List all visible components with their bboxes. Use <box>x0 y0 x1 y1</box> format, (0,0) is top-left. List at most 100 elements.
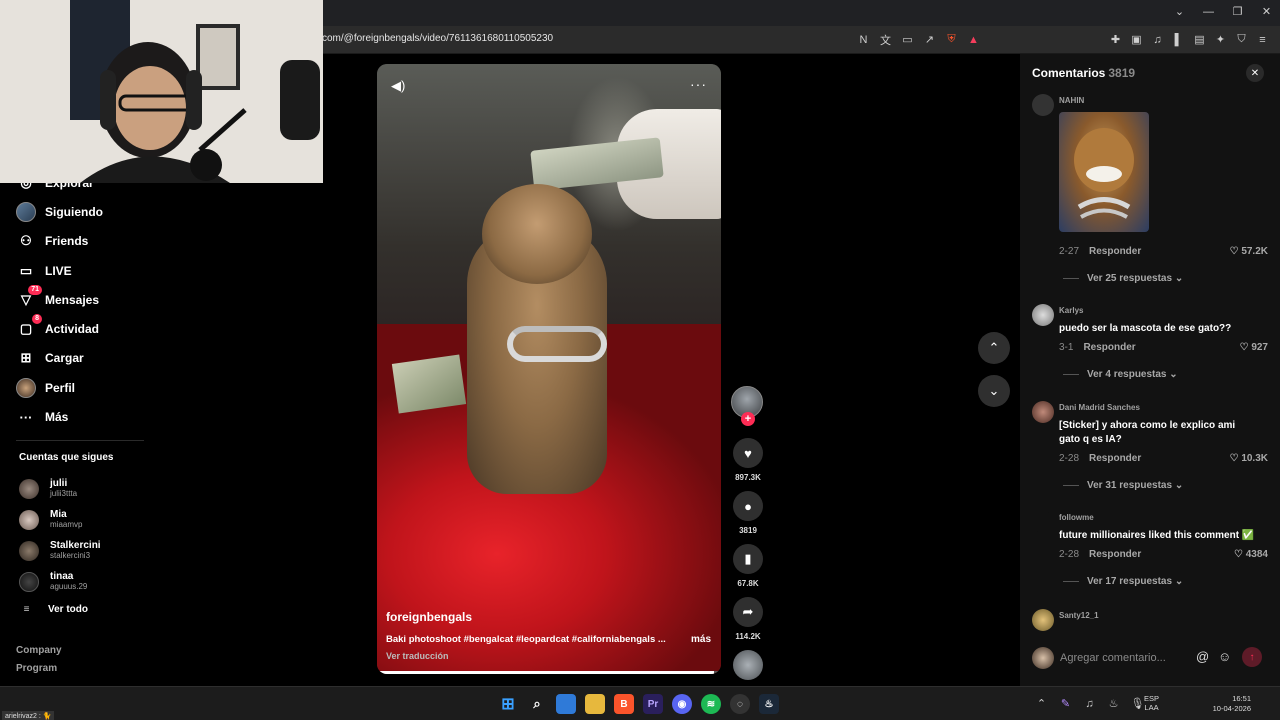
view-replies-button[interactable]: Ver 25 respuestas ⌄ <box>1063 273 1183 284</box>
nav-item-actividad[interactable]: ▢ 8 Actividad <box>16 314 103 343</box>
following-name: tinaa <box>50 571 74 582</box>
share-icon[interactable]: ↗ <box>922 32 937 47</box>
discord-icon[interactable]: ◉ <box>672 694 692 714</box>
url-text[interactable]: com/@foreignbengals/video/76113616801105… <box>322 33 553 44</box>
avatar[interactable] <box>1032 511 1054 533</box>
reply-button[interactable]: Responder <box>1089 549 1141 560</box>
previous-video-button[interactable]: ⌃ <box>978 332 1010 364</box>
nav-item-mas[interactable]: ··· Más <box>16 402 103 431</box>
shield-icon[interactable]: ⛨ <box>944 32 959 47</box>
wallet-icon[interactable]: ▤ <box>1192 32 1207 47</box>
video-progress-bar[interactable] <box>377 671 721 674</box>
rewards-icon[interactable]: ▲ <box>966 32 981 47</box>
comment-user[interactable]: Karlys <box>1059 306 1083 315</box>
comment-input[interactable] <box>1060 646 1240 670</box>
taskbar-apps: ⊞ ⌕ B Pr ◉ ≋ ◌ ♨ <box>498 694 779 714</box>
headphones-icon[interactable]: ♫ <box>1082 696 1097 711</box>
comment-likes[interactable]: ♡ 4384 <box>1234 549 1268 560</box>
minimize-icon[interactable]: — <box>1201 4 1216 19</box>
reader-mode-icon[interactable]: N <box>856 32 871 47</box>
nav-item-live[interactable]: ▭ LIVE <box>16 256 103 285</box>
close-comments-button[interactable]: ✕ <box>1246 64 1264 82</box>
music-disc-icon[interactable] <box>733 650 763 680</box>
brave-browser-icon[interactable]: B <box>614 694 634 714</box>
comment-likes[interactable]: ♡ 10.3K <box>1230 453 1268 464</box>
leo-ai-icon[interactable]: ✦ <box>1213 32 1228 47</box>
nav-item-mensajes[interactable]: ▽ 71 Mensajes <box>16 284 103 314</box>
mention-icon[interactable]: @ <box>1196 649 1209 664</box>
save-button[interactable]: ▮ <box>733 544 763 574</box>
steam-tray-icon[interactable]: ♨ <box>1106 696 1121 711</box>
media-icon[interactable]: ♫ <box>1150 32 1165 47</box>
following-name: Stalkercini <box>50 540 101 551</box>
screenshot-icon[interactable]: ▣ <box>1129 32 1144 47</box>
video-player[interactable]: ◀) ··· foreignbengals Baki photoshoot #b… <box>377 64 721 674</box>
following-item[interactable]: julii julii3ttta <box>19 473 101 504</box>
video-author[interactable]: foreignbengals <box>386 610 472 624</box>
following-item[interactable]: Stalkercini stalkercini3 <box>19 535 101 566</box>
pen-icon[interactable]: ✎ <box>1058 696 1073 711</box>
translate-icon[interactable]: 文 <box>878 32 893 47</box>
comment-user[interactable]: NAHIN <box>1059 96 1084 105</box>
comment-button[interactable]: ● <box>733 491 763 521</box>
file-explorer-icon[interactable] <box>585 694 605 714</box>
view-replies-button[interactable]: Ver 31 respuestas ⌄ <box>1063 480 1183 491</box>
chevron-up-icon[interactable]: ⌃ <box>1034 696 1049 711</box>
send-button[interactable]: ↑ <box>1242 647 1262 667</box>
comment-likes[interactable]: ♡ 57.2K <box>1230 246 1268 257</box>
follow-plus-icon[interactable]: + <box>741 412 755 426</box>
comment-likes[interactable]: ♡ 927 <box>1240 342 1268 353</box>
nav-item-siguiendo[interactable]: Siguiendo <box>16 197 103 226</box>
nav-item-friends[interactable]: ⚇ Friends <box>16 227 103 256</box>
language-indicator[interactable]: ESP LAA <box>1144 694 1159 712</box>
search-icon[interactable]: ⌕ <box>527 694 547 714</box>
following-section-title: Cuentas que sigues <box>19 452 114 463</box>
cast-icon[interactable]: ▭ <box>900 32 915 47</box>
maximize-icon[interactable]: ❐ <box>1230 4 1245 19</box>
obs-icon[interactable]: ◌ <box>730 694 750 714</box>
share-button[interactable]: ➦ <box>733 597 763 627</box>
avatar[interactable] <box>1032 304 1054 326</box>
avatar[interactable] <box>1032 609 1054 631</box>
creator-avatar[interactable]: + <box>731 386 763 426</box>
spotify-icon[interactable]: ≋ <box>701 694 721 714</box>
nav-item-perfil[interactable]: Perfil <box>16 373 103 402</box>
view-replies-button[interactable]: Ver 17 respuestas ⌄ <box>1063 576 1183 587</box>
chevron-down-icon[interactable]: ⌄ <box>1172 4 1187 19</box>
video-collar <box>507 326 607 362</box>
footer-link-company[interactable]: Company <box>16 645 62 663</box>
photos-app-icon[interactable] <box>556 694 576 714</box>
translate-button[interactable]: Ver traducción <box>386 651 449 661</box>
volume-icon[interactable]: ◀) <box>391 78 405 94</box>
microphone-icon[interactable]: 🎙 <box>1130 696 1145 711</box>
emoji-icon[interactable]: ☺ <box>1218 649 1231 664</box>
clock[interactable]: 16:51 10-04-2026 <box>1205 694 1251 714</box>
cat-sticker-image <box>1074 128 1134 219</box>
following-item[interactable]: Mia miaamvp <box>19 504 101 535</box>
vpn-icon[interactable]: ⛉ <box>1234 32 1249 47</box>
steam-icon[interactable]: ♨ <box>759 694 779 714</box>
reply-button[interactable]: Responder <box>1083 342 1135 353</box>
premiere-icon[interactable]: Pr <box>643 694 663 714</box>
following-item[interactable]: tinaa aguuus.29 <box>19 566 101 597</box>
more-options-icon[interactable]: ··· <box>690 76 707 92</box>
sidebar-icon[interactable]: ▌ <box>1171 32 1186 47</box>
see-all-button[interactable]: ≡ Ver todo <box>19 602 88 617</box>
like-button[interactable]: ♥ <box>733 438 763 468</box>
avatar[interactable] <box>1032 94 1054 116</box>
nav-item-cargar[interactable]: ⊞ Cargar <box>16 344 103 373</box>
next-video-button[interactable]: ⌄ <box>978 375 1010 407</box>
reply-button[interactable]: Responder <box>1089 246 1141 257</box>
reply-button[interactable]: Responder <box>1089 453 1141 464</box>
description-more-button[interactable]: más <box>691 634 711 645</box>
comment-user[interactable]: Dani Madrid Sanches <box>1059 403 1140 412</box>
menu-icon[interactable]: ≡ <box>1255 32 1270 47</box>
extensions-icon[interactable]: ✚ <box>1108 32 1123 47</box>
view-replies-button[interactable]: Ver 4 respuestas ⌄ <box>1063 369 1178 380</box>
windows-start-icon[interactable]: ⊞ <box>498 694 518 714</box>
footer-link-program[interactable]: Program <box>16 663 62 681</box>
close-window-icon[interactable]: ✕ <box>1259 4 1274 19</box>
comment-user[interactable]: followme <box>1059 513 1094 522</box>
comment-user[interactable]: Santy12_1 <box>1059 611 1099 620</box>
avatar[interactable] <box>1032 401 1054 423</box>
